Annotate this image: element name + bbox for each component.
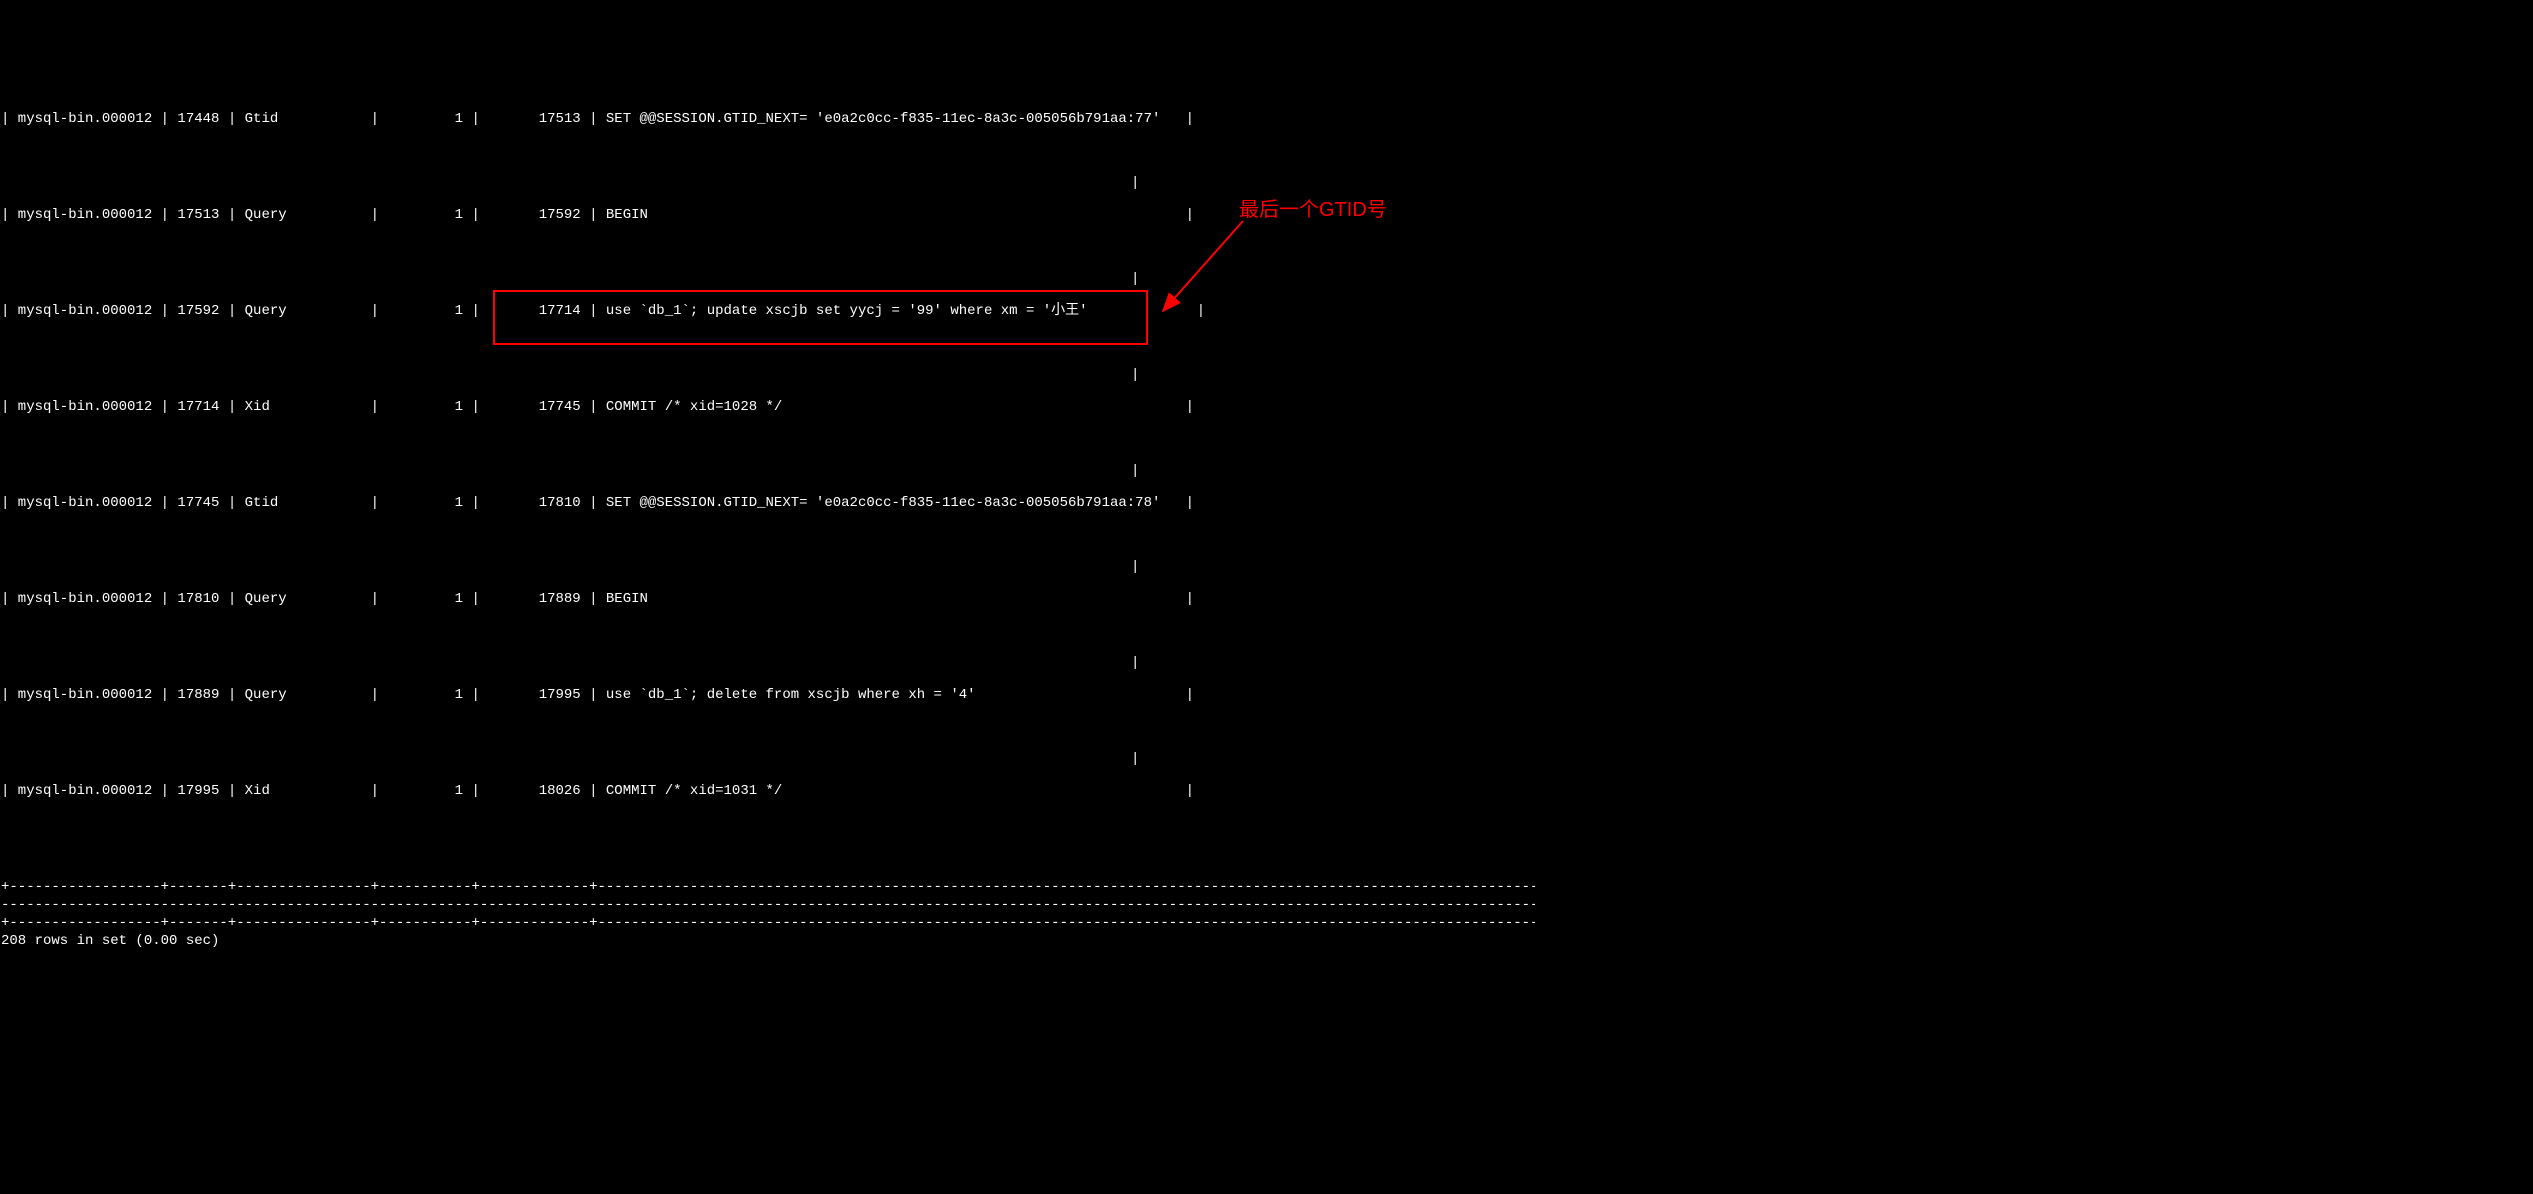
binlog-row-cont bbox=[0, 716, 2533, 748]
binlog-row: | mysql-bin.000012 | 17745 | Gtid | 1 | … bbox=[0, 492, 2533, 524]
blank-line bbox=[0, 844, 2533, 876]
table-separator: +------------------+-------+------------… bbox=[0, 876, 1535, 894]
table-separator: ----------------------------------------… bbox=[0, 894, 1535, 912]
binlog-row-cont bbox=[0, 812, 2533, 844]
row-gap bbox=[0, 652, 2533, 684]
binlog-row-cont bbox=[0, 236, 2533, 268]
result-count: 208 rows in set (0.00 sec) bbox=[0, 930, 2533, 948]
terminal-output: | mysql-bin.000012 | 17448 | Gtid | 1 | … bbox=[0, 108, 2533, 948]
row-gap bbox=[0, 556, 2533, 588]
binlog-row-cont bbox=[0, 428, 2533, 460]
binlog-row-cont bbox=[0, 620, 2533, 652]
binlog-row: | mysql-bin.000012 | 17889 | Query | 1 |… bbox=[0, 684, 2533, 716]
binlog-row: | mysql-bin.000012 | 17714 | Xid | 1 | 1… bbox=[0, 396, 2533, 428]
row-gap bbox=[0, 460, 2533, 492]
table-separator: +------------------+-------+------------… bbox=[0, 912, 1535, 930]
row-gap bbox=[0, 268, 2533, 300]
binlog-row: | mysql-bin.000012 | 17592 | Query | 1 |… bbox=[0, 300, 2533, 332]
binlog-row-cont bbox=[0, 524, 2533, 556]
annotation-label: 最后一个GTID号 bbox=[1239, 194, 1387, 226]
row-gap bbox=[0, 748, 2533, 780]
binlog-row-cont bbox=[0, 332, 2533, 364]
row-gap bbox=[0, 364, 2533, 396]
binlog-row: | mysql-bin.000012 | 17995 | Xid | 1 | 1… bbox=[0, 780, 2533, 812]
binlog-row-cont bbox=[0, 140, 2533, 172]
binlog-row: | mysql-bin.000012 | 17448 | Gtid | 1 | … bbox=[0, 108, 2533, 140]
binlog-row: | mysql-bin.000012 | 17810 | Query | 1 |… bbox=[0, 588, 2533, 620]
